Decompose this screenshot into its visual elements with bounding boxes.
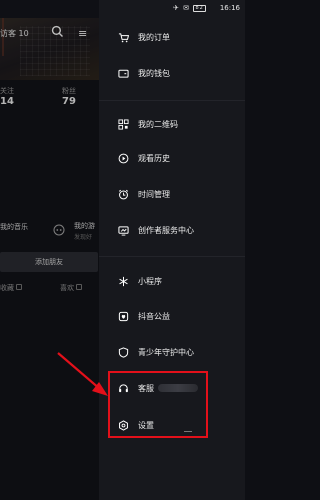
menu-label-creator-center: 创作者服务中心 <box>138 225 194 235</box>
status-icons: ✈ ✉ 82 <box>173 4 207 12</box>
charity-icon <box>117 310 129 322</box>
menu-item-charity[interactable]: 抖音公益 <box>99 305 245 327</box>
menu-divider <box>99 256 245 257</box>
highlight-box <box>108 371 208 438</box>
mini-program-icon <box>117 275 129 287</box>
youth-guard-icon <box>117 346 129 358</box>
qrcode-icon <box>117 118 129 130</box>
menu-label-mini-program: 小程序 <box>138 276 162 286</box>
history-icon <box>117 152 129 164</box>
menu-item-history[interactable]: 观看历史 <box>99 147 245 169</box>
scroll-indicator <box>184 431 192 432</box>
menu-label-qrcode: 我的二维码 <box>138 119 178 129</box>
menu-label-youth-guard: 青少年守护中心 <box>138 347 194 357</box>
overlay-dim[interactable] <box>0 0 99 500</box>
menu-label-orders: 我的订单 <box>138 32 170 42</box>
menu-label-time-management: 时间管理 <box>138 189 170 199</box>
menu-divider <box>99 100 245 101</box>
menu-item-youth-guard[interactable]: 青少年守护中心 <box>99 341 245 363</box>
menu-item-wallet[interactable]: 我的钱包 <box>99 62 245 84</box>
battery-icon: 82 <box>193 4 207 12</box>
profile-page-background: 访客 10 ≡ 关注 14 粉丝 79 我的音乐 我的游 发现好 添加朋友 收藏… <box>0 0 99 500</box>
status-time: 16:16 <box>219 4 240 12</box>
creator-icon <box>117 224 129 236</box>
menu-item-orders[interactable]: 我的订单 <box>99 26 245 48</box>
status-bar: ✈ ✉ 82 16:16 <box>99 0 245 18</box>
menu-item-mini-program[interactable]: 小程序 <box>99 270 245 292</box>
menu-label-charity: 抖音公益 <box>138 311 170 321</box>
menu-label-history: 观看历史 <box>138 153 170 163</box>
menu-item-qrcode[interactable]: 我的二维码 <box>99 113 245 135</box>
menu-label-wallet: 我的钱包 <box>138 68 170 78</box>
wallet-icon <box>117 67 129 79</box>
menu-item-time-management[interactable]: 时间管理 <box>99 183 245 205</box>
alarm-clock-icon <box>117 188 129 200</box>
menu-item-creator-center[interactable]: 创作者服务中心 <box>99 219 245 241</box>
cart-icon <box>117 31 129 43</box>
